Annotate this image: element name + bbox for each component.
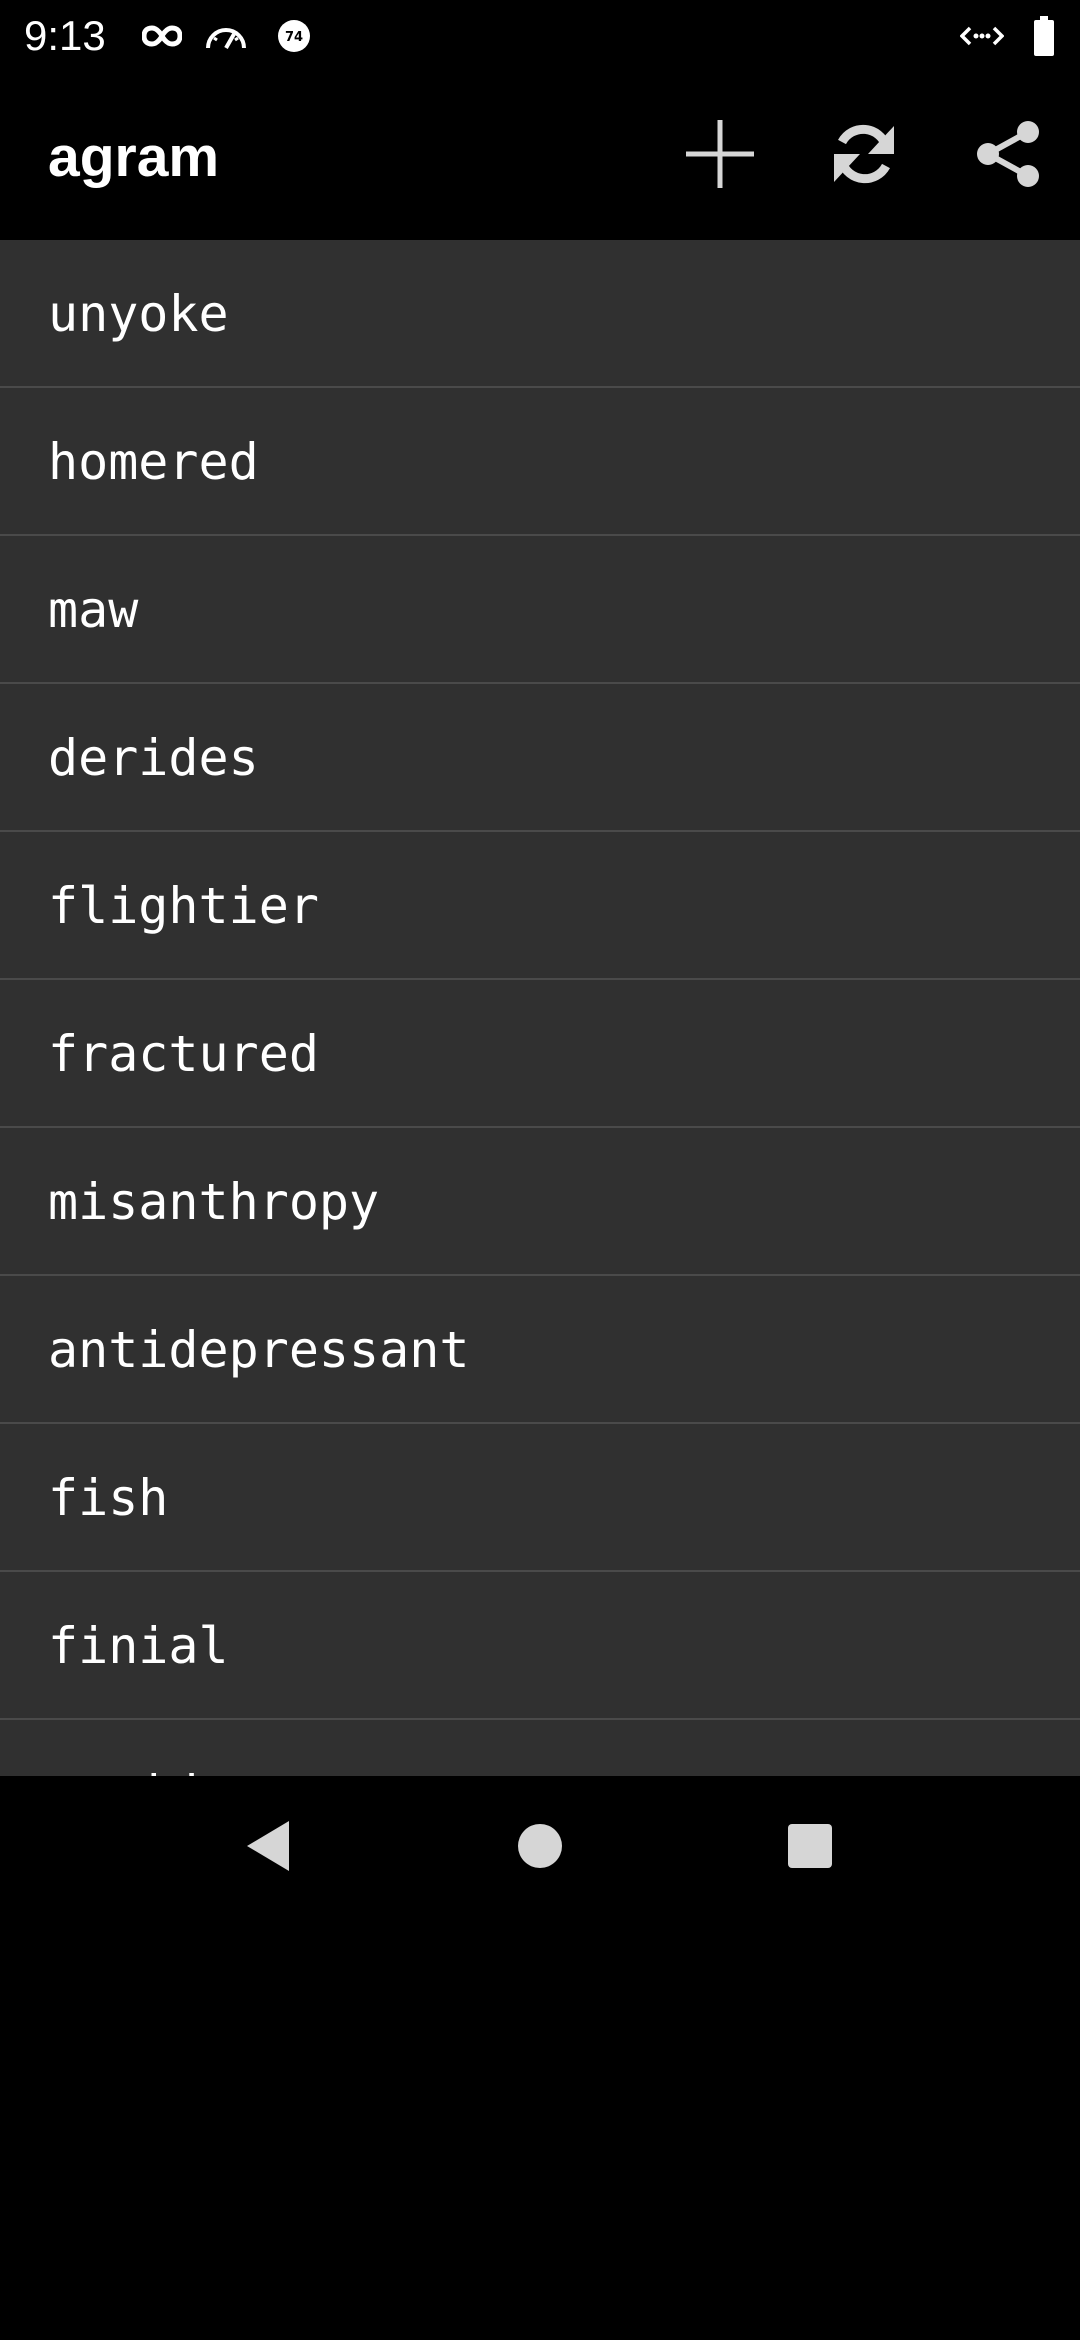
home-icon <box>516 1822 564 1874</box>
recents-icon <box>786 1822 834 1874</box>
list-item[interactable]: fish <box>0 1424 1080 1572</box>
share-icon <box>972 118 1044 194</box>
list-item[interactable]: homered <box>0 388 1080 536</box>
list-item-label: unyoke <box>48 285 229 343</box>
list-item-label: finial <box>48 1617 229 1675</box>
add-icon <box>684 118 756 194</box>
share-button[interactable] <box>960 108 1056 204</box>
list-item-label: fractured <box>48 1025 319 1083</box>
status-bar: 9:13 74 <box>0 0 1080 72</box>
word-list[interactable]: unyoke homered maw derides flightier fra… <box>0 240 1080 1776</box>
refresh-icon <box>828 118 900 194</box>
list-item-label: derides <box>48 729 259 787</box>
list-item[interactable]: finial <box>0 1572 1080 1720</box>
back-icon <box>243 1819 293 1877</box>
badge-74-icon: 74 <box>272 14 316 58</box>
list-item-label: antidepressant <box>48 1321 470 1379</box>
svg-text:74: 74 <box>285 30 303 45</box>
app-bar: agram <box>0 72 1080 240</box>
code-arrows-icon <box>960 14 1004 58</box>
list-item[interactable]: maw <box>0 536 1080 684</box>
speedometer-icon <box>204 14 248 58</box>
empty-area <box>0 1920 1080 2340</box>
list-item-label: flightier <box>48 877 319 935</box>
list-item[interactable]: derides <box>0 684 1080 832</box>
navigation-bar <box>0 1776 1080 1920</box>
list-item-label: maw <box>48 581 139 639</box>
battery-icon <box>1022 14 1066 58</box>
list-item[interactable]: misanthropy <box>0 1128 1080 1276</box>
list-item-label: stridency <box>48 1766 319 1776</box>
status-time: 9:13 <box>24 12 106 59</box>
list-item[interactable]: stridency <box>0 1720 1080 1776</box>
list-item-label: misanthropy <box>48 1173 380 1231</box>
infinity-icon <box>140 14 184 58</box>
back-button[interactable] <box>220 1800 316 1896</box>
app-title: agram <box>48 125 220 189</box>
refresh-button[interactable] <box>816 108 912 204</box>
list-item-label: fish <box>48 1469 169 1527</box>
add-button[interactable] <box>672 108 768 204</box>
recents-button[interactable] <box>762 1800 858 1896</box>
list-item-label: homered <box>48 433 259 491</box>
list-item[interactable]: antidepressant <box>0 1276 1080 1424</box>
home-button[interactable] <box>492 1800 588 1896</box>
list-item[interactable]: fractured <box>0 980 1080 1128</box>
list-item[interactable]: flightier <box>0 832 1080 980</box>
list-item[interactable]: unyoke <box>0 240 1080 388</box>
